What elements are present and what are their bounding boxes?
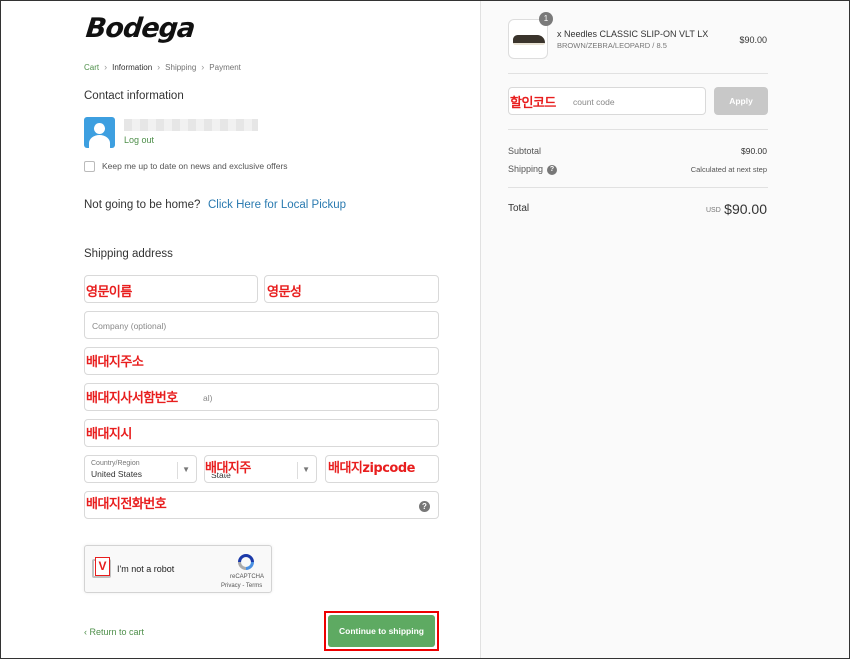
breadcrumb: Cart › Information › Shipping › Payment [84, 62, 241, 72]
zip-annotation: 배대지zipcode [328, 461, 415, 476]
redacted-email [124, 119, 258, 131]
shoe-image [513, 35, 545, 45]
local-pickup-link[interactable]: Click Here for Local Pickup [208, 199, 346, 211]
total-label: Total [508, 203, 530, 214]
breadcrumb-information: Information [112, 62, 153, 72]
phone-annotation: 배대지전화번호 [86, 497, 167, 512]
shipping-value: Calculated at next step [690, 165, 767, 174]
help-circle-icon[interactable]: ? [547, 164, 558, 175]
subtotal-label: Subtotal [508, 146, 542, 156]
recaptcha-brand: reCAPTCHA [230, 574, 265, 580]
newsletter-label: Keep me up to date on news and exclusive… [102, 161, 288, 171]
help-circle-icon[interactable]: ? [419, 501, 430, 512]
order-summary: 1 x Needles CLASSIC SLIP-ON VLT LX BROWN… [480, 1, 849, 658]
recaptcha-links[interactable]: Privacy - Terms [221, 583, 262, 589]
last-name-annotation: 영문성 [267, 285, 302, 300]
divider [508, 73, 768, 74]
product-price: $90.00 [739, 35, 767, 45]
brand-logo[interactable]: Bodega [84, 13, 196, 44]
breadcrumb-separator: › [104, 62, 108, 72]
subtotal-value: $90.00 [741, 146, 767, 156]
shipping-row-label: Shipping? [508, 164, 558, 175]
first-name-annotation: 영문이름 [86, 285, 132, 300]
city-annotation: 배대지시 [86, 427, 132, 442]
divider [508, 129, 768, 130]
pickup-question: Not going to be home? [84, 199, 201, 211]
discount-placeholder-tail: count code [573, 97, 615, 107]
newsletter-checkbox[interactable] [84, 161, 95, 172]
total-currency: USD [706, 207, 721, 214]
total-value: $90.00 [724, 201, 767, 217]
breadcrumb-separator: › [201, 62, 205, 72]
product-name: x Needles CLASSIC SLIP-ON VLT LX [557, 29, 709, 39]
product-variant: BROWN/ZEBRA/LEOPARD / 8.5 [557, 41, 667, 50]
recaptcha-widget: V I'm not a robot reCAPTCHA Privacy - Te… [84, 545, 272, 593]
company-field[interactable]: Company (optional) [84, 311, 439, 339]
country-select[interactable]: Country/Region United States ▼ [84, 455, 197, 483]
quantity-badge: 1 [539, 12, 553, 26]
recaptcha-label: I'm not a robot [117, 564, 175, 574]
discount-annotation: 할인코드 [510, 96, 556, 111]
shipping-heading: Shipping address [84, 248, 173, 260]
breadcrumb-cart[interactable]: Cart [84, 63, 99, 72]
continue-to-shipping-button[interactable]: Continue to shipping [328, 615, 435, 647]
recaptcha-annotation: V [95, 557, 110, 576]
user-avatar-icon [84, 117, 115, 148]
country-value: United States [91, 469, 143, 479]
apartment-annotation: 배대지사서함번호 [86, 391, 178, 406]
state-annotation: 배대지주 [205, 461, 251, 476]
chevron-down-icon: ▼ [302, 465, 310, 474]
return-to-cart-link[interactable]: ‹ Return to cart [84, 627, 144, 637]
contact-heading: Contact information [84, 90, 184, 102]
country-label: Country/Region [91, 460, 140, 467]
logout-link[interactable]: Log out [124, 135, 154, 145]
breadcrumb-separator: › [157, 62, 161, 72]
breadcrumb-payment: Payment [209, 62, 241, 72]
chevron-down-icon: ▼ [182, 465, 190, 474]
apply-button[interactable]: Apply [714, 87, 768, 115]
shipping-label: Shipping [508, 164, 544, 174]
company-placeholder: Company (optional) [92, 321, 167, 331]
address-annotation: 배대지주소 [86, 355, 144, 370]
recaptcha-icon [238, 554, 254, 570]
breadcrumb-shipping: Shipping [165, 62, 197, 72]
apartment-placeholder-tail: al) [203, 393, 213, 403]
city-field[interactable] [84, 419, 439, 447]
divider [508, 187, 768, 188]
